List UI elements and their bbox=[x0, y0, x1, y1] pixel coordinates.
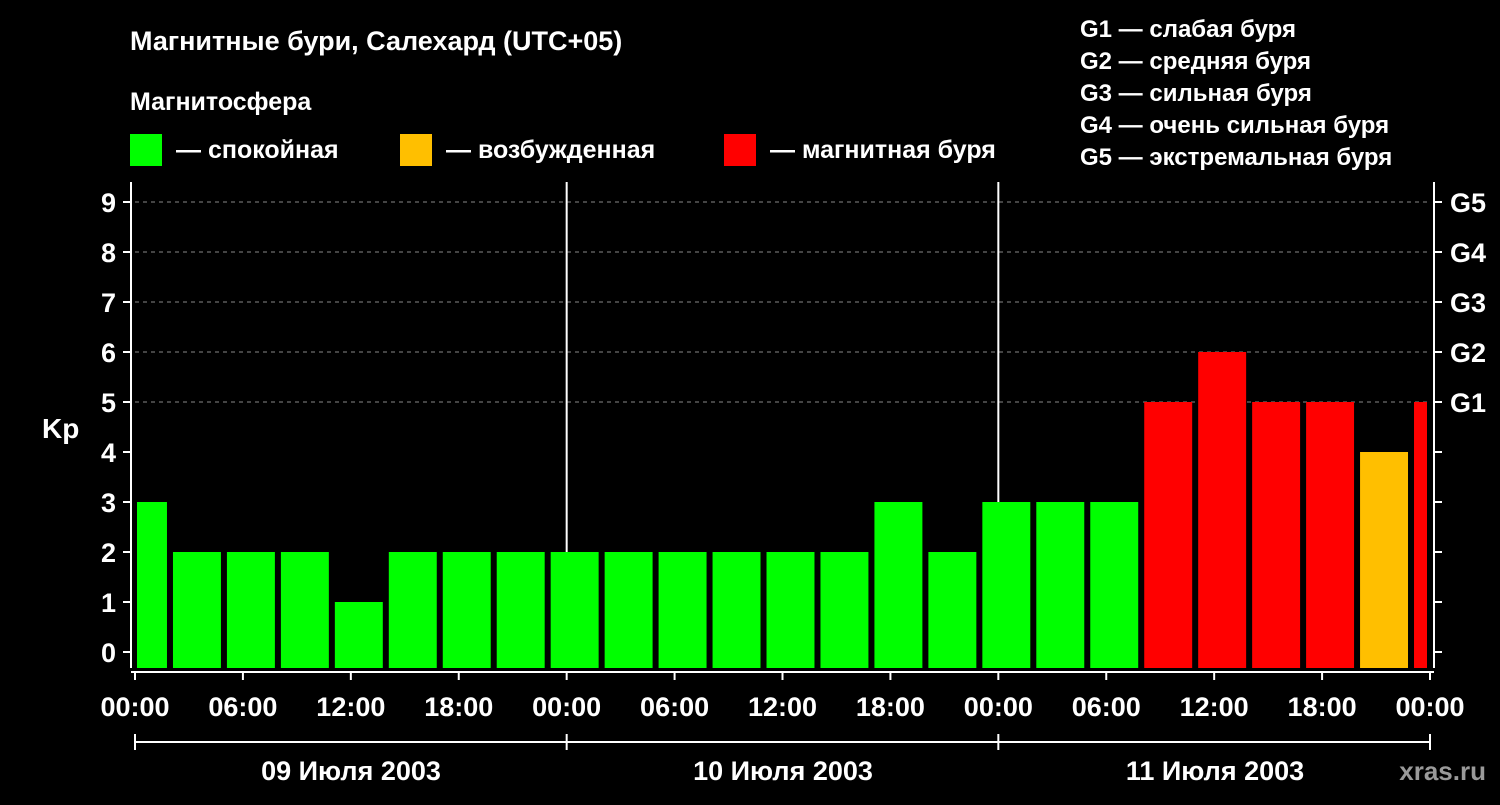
y-tick-label: 8 bbox=[101, 238, 116, 268]
day-label-3: 11 Июля 2003 bbox=[1126, 756, 1304, 786]
legend-swatch-storm bbox=[724, 134, 756, 166]
g-level-label: G4 bbox=[1450, 238, 1486, 268]
kp-bar bbox=[388, 552, 437, 668]
x-tick-label: 00:00 bbox=[964, 692, 1033, 722]
legend-heading: Магнитосфера bbox=[130, 88, 312, 116]
kp-bar bbox=[712, 552, 761, 668]
kp-bar bbox=[1306, 402, 1355, 668]
y-tick-label: 3 bbox=[101, 488, 116, 518]
x-tick-label: 06:00 bbox=[208, 692, 277, 722]
kp-bar bbox=[496, 552, 545, 668]
kp-bar bbox=[280, 552, 329, 668]
legend-swatch-disturbed bbox=[400, 134, 432, 166]
kp-bar bbox=[1252, 402, 1301, 668]
kp-bar bbox=[982, 502, 1031, 668]
y-tick-label: 4 bbox=[101, 438, 116, 468]
x-tick-label: 18:00 bbox=[1288, 692, 1357, 722]
y-tick-label: 2 bbox=[101, 538, 116, 568]
kp-bar bbox=[334, 602, 383, 668]
g-scale-g5: G5 — экстремальная буря bbox=[1080, 144, 1392, 171]
kp-bar bbox=[226, 552, 275, 668]
x-tick-label: 12:00 bbox=[1180, 692, 1249, 722]
legend-label-quiet: — спокойная bbox=[176, 136, 339, 164]
x-tick-label: 00:00 bbox=[100, 692, 169, 722]
g-scale-g3: G3 — сильная буря bbox=[1080, 80, 1312, 107]
legend-label-storm: — магнитная буря bbox=[770, 136, 996, 164]
kp-bar bbox=[766, 552, 815, 668]
kp-bar bbox=[658, 552, 707, 668]
kp-bar bbox=[820, 552, 869, 668]
kp-bar bbox=[604, 552, 653, 668]
x-tick-label: 00:00 bbox=[532, 692, 601, 722]
kp-bar bbox=[874, 502, 923, 668]
x-tick-label: 06:00 bbox=[640, 692, 709, 722]
x-tick-label: 18:00 bbox=[856, 692, 925, 722]
kp-bar bbox=[137, 502, 167, 668]
y-tick-label: 9 bbox=[101, 188, 116, 218]
watermark: xras.ru bbox=[1399, 756, 1486, 786]
x-tick-label: 18:00 bbox=[424, 692, 493, 722]
day-label-2: 10 Июля 2003 bbox=[693, 756, 873, 786]
g-scale-g4: G4 — очень сильная буря bbox=[1080, 112, 1389, 139]
legend-swatch-quiet bbox=[130, 134, 162, 166]
kp-chart: Магнитные бури, Салехард (UTC+05) Магнит… bbox=[42, 16, 1486, 786]
bars-layer bbox=[137, 352, 1427, 668]
chart-title: Магнитные бури, Салехард (UTC+05) bbox=[130, 26, 622, 56]
y-axis-label: Kp bbox=[42, 413, 79, 444]
kp-bar bbox=[1090, 502, 1139, 668]
x-tick-label: 00:00 bbox=[1395, 692, 1464, 722]
kp-bar bbox=[1414, 402, 1427, 668]
y-tick-label: 7 bbox=[101, 288, 116, 318]
x-tick-label: 06:00 bbox=[1072, 692, 1141, 722]
kp-bar bbox=[1036, 502, 1085, 668]
x-tick-label: 12:00 bbox=[316, 692, 385, 722]
legend-label-disturbed: — возбужденная bbox=[446, 136, 655, 164]
y-tick-label: 5 bbox=[101, 388, 116, 418]
g-level-label: G3 bbox=[1450, 288, 1486, 318]
x-tick-label: 12:00 bbox=[748, 692, 817, 722]
kp-bar bbox=[928, 552, 977, 668]
day-label-1: 09 Июля 2003 bbox=[261, 756, 441, 786]
g-level-label: G1 bbox=[1450, 388, 1486, 418]
kp-bar bbox=[1144, 402, 1193, 668]
y-tick-label: 0 bbox=[101, 638, 116, 668]
g-level-label: G2 bbox=[1450, 338, 1486, 368]
kp-bar bbox=[1360, 452, 1409, 668]
g-scale-g2: G2 — средняя буря bbox=[1080, 48, 1311, 75]
g-level-label: G5 bbox=[1450, 188, 1486, 218]
kp-bar bbox=[550, 552, 599, 668]
kp-bar bbox=[442, 552, 491, 668]
kp-bar bbox=[172, 552, 221, 668]
kp-bar bbox=[1198, 352, 1247, 668]
g-scale-g1: G1 — слабая буря bbox=[1080, 16, 1296, 43]
y-tick-label: 6 bbox=[101, 338, 116, 368]
y-tick-label: 1 bbox=[101, 588, 116, 618]
